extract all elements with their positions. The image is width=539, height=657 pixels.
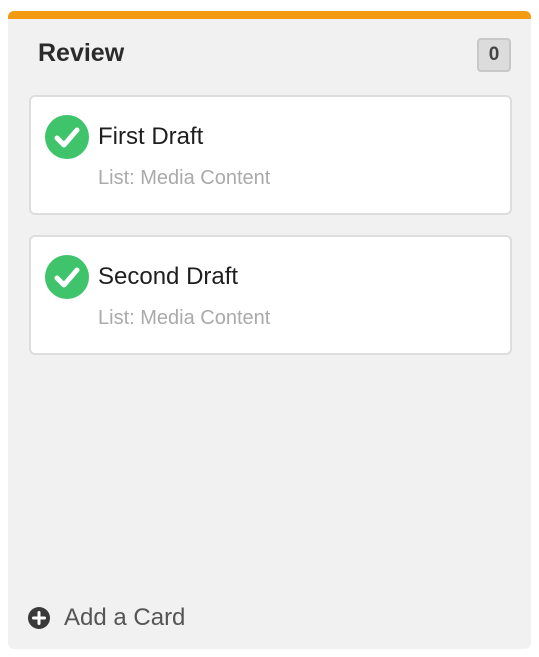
card-list-label: List: Media Content — [98, 167, 271, 189]
task-card[interactable]: Second Draft List: Media Content — [29, 235, 512, 355]
check-circle-icon[interactable] — [45, 255, 89, 299]
card-count-badge: 0 — [477, 38, 511, 72]
add-card-label: Add a Card — [64, 604, 186, 631]
card-title: First Draft — [98, 123, 204, 150]
card-list-label: List: Media Content — [98, 307, 271, 329]
column-accent-bar — [8, 11, 531, 19]
review-column: Review 0 First Draft List: Media Content… — [8, 11, 531, 649]
card-title: Second Draft — [98, 263, 239, 290]
check-circle-icon[interactable] — [45, 115, 89, 159]
task-card[interactable]: First Draft List: Media Content — [29, 95, 512, 215]
column-title: Review — [38, 39, 125, 67]
add-card-button[interactable]: Add a Card — [28, 603, 185, 633]
plus-circle-icon — [28, 607, 50, 629]
